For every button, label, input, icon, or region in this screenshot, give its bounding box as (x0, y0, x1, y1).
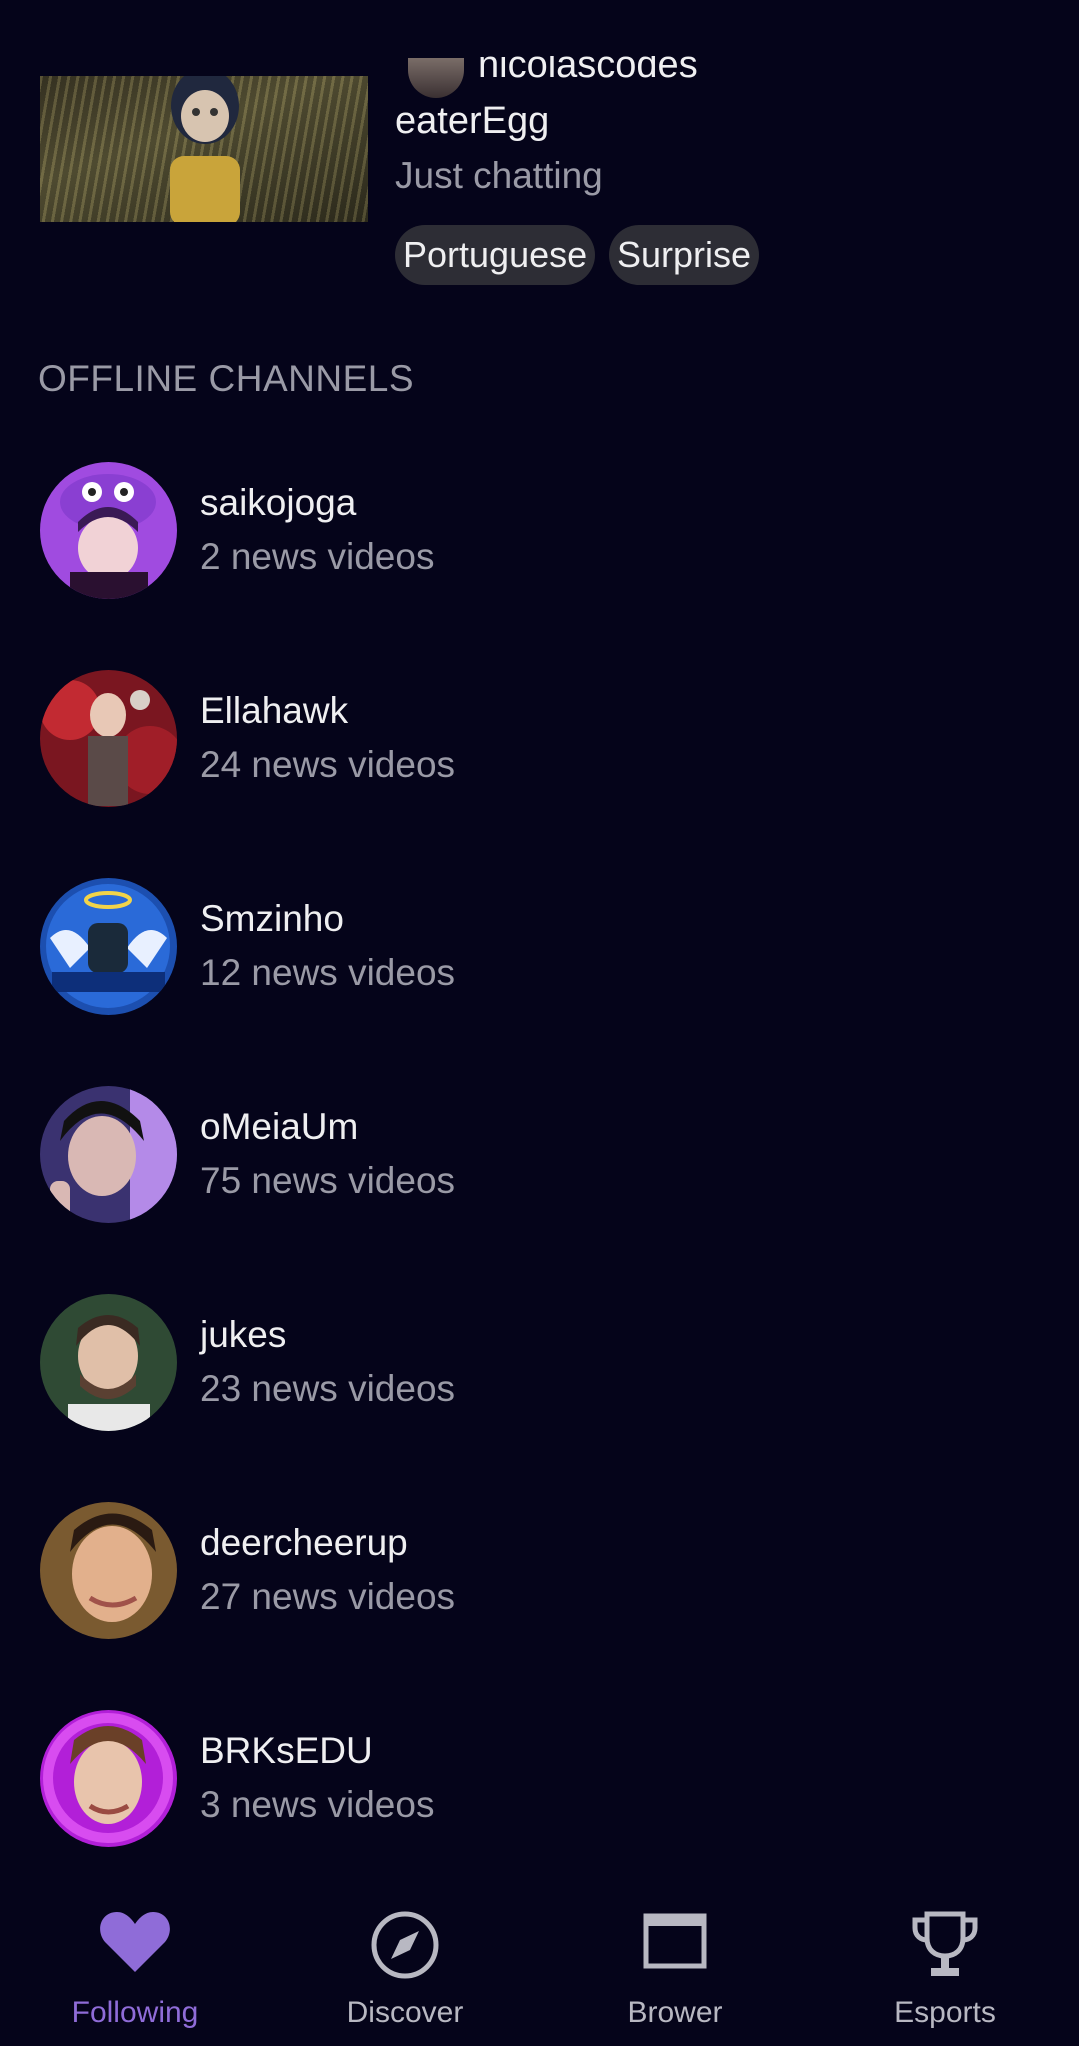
channel-video-count: 23 news videos (200, 1368, 456, 1409)
stream-title[interactable]: eaterEgg (395, 100, 549, 143)
channel-avatar (40, 1502, 177, 1639)
channel-avatar (40, 1294, 177, 1431)
channel-video-count: 2 news videos (200, 536, 435, 577)
nav-discover[interactable]: Discover (270, 1880, 540, 2046)
nav-label: Brower (627, 1996, 723, 2029)
nav-esports[interactable]: Esports (810, 1880, 1079, 2046)
tag-surprise[interactable]: Surprise (609, 225, 760, 285)
nav-label: Esports (894, 1996, 996, 2029)
channel-item-deercheerup[interactable]: deercheerup 27 news videos (0, 1502, 1079, 1642)
trophy-icon (912, 1911, 978, 1976)
channel-video-count: 75 news videos (200, 1160, 456, 1201)
channel-avatar (40, 1086, 177, 1223)
nav-following[interactable]: Following (0, 1880, 270, 2046)
channel-name: saikojoga (200, 482, 357, 523)
channel-avatar (40, 878, 177, 1015)
thumbnail-character-image (170, 76, 240, 222)
channel-item-jukes[interactable]: jukes 23 news videos (0, 1294, 1079, 1434)
nav-brower[interactable]: Brower (540, 1880, 810, 2046)
channel-item-saikojoga[interactable]: saikojoga 2 news videos (0, 462, 1079, 602)
streamer-name[interactable]: nicolascodes (478, 56, 698, 90)
channel-name: deercheerup (200, 1522, 408, 1563)
channel-item-brksedu[interactable]: BRKsEDU 3 news videos (0, 1710, 1079, 1850)
stream-category[interactable]: Just chatting (395, 155, 603, 197)
browse-window-icon (643, 1913, 707, 1969)
stream-thumbnail[interactable] (40, 76, 368, 222)
channel-avatar (40, 670, 177, 807)
compass-icon (371, 1911, 439, 1979)
tag-portuguese[interactable]: Portuguese (395, 225, 596, 285)
channel-item-omeiaum[interactable]: oMeiaUm 75 news videos (0, 1086, 1079, 1226)
nav-label: Discover (346, 1996, 464, 2029)
channel-video-count: 24 news videos (200, 744, 456, 785)
channel-name: Smzinho (200, 898, 344, 939)
channel-item-ellahawk[interactable]: Ellahawk 24 news videos (0, 670, 1079, 810)
channel-name: oMeiaUm (200, 1106, 359, 1147)
offline-channels-heading: OFFLINE CHANNELS (38, 358, 415, 399)
channel-name: jukes (200, 1314, 287, 1355)
channel-avatar (40, 462, 177, 599)
channel-name: Ellahawk (200, 690, 349, 731)
channel-video-count: 27 news videos (200, 1576, 456, 1617)
bottom-navigation: Following Discover Brower Esports (0, 1880, 1079, 2046)
channel-video-count: 3 news videos (200, 1784, 435, 1825)
nav-label: Following (71, 1996, 199, 2029)
streamer-avatar[interactable] (408, 58, 464, 98)
channel-name: BRKsEDU (200, 1730, 373, 1771)
channel-avatar (40, 1710, 177, 1847)
heart-icon (100, 1912, 170, 1972)
channel-video-count: 12 news videos (200, 952, 456, 993)
channel-item-smzinho[interactable]: Smzinho 12 news videos (0, 878, 1079, 1018)
live-stream-card[interactable]: nicolascodes eaterEgg Just chatting Port… (0, 0, 1079, 300)
